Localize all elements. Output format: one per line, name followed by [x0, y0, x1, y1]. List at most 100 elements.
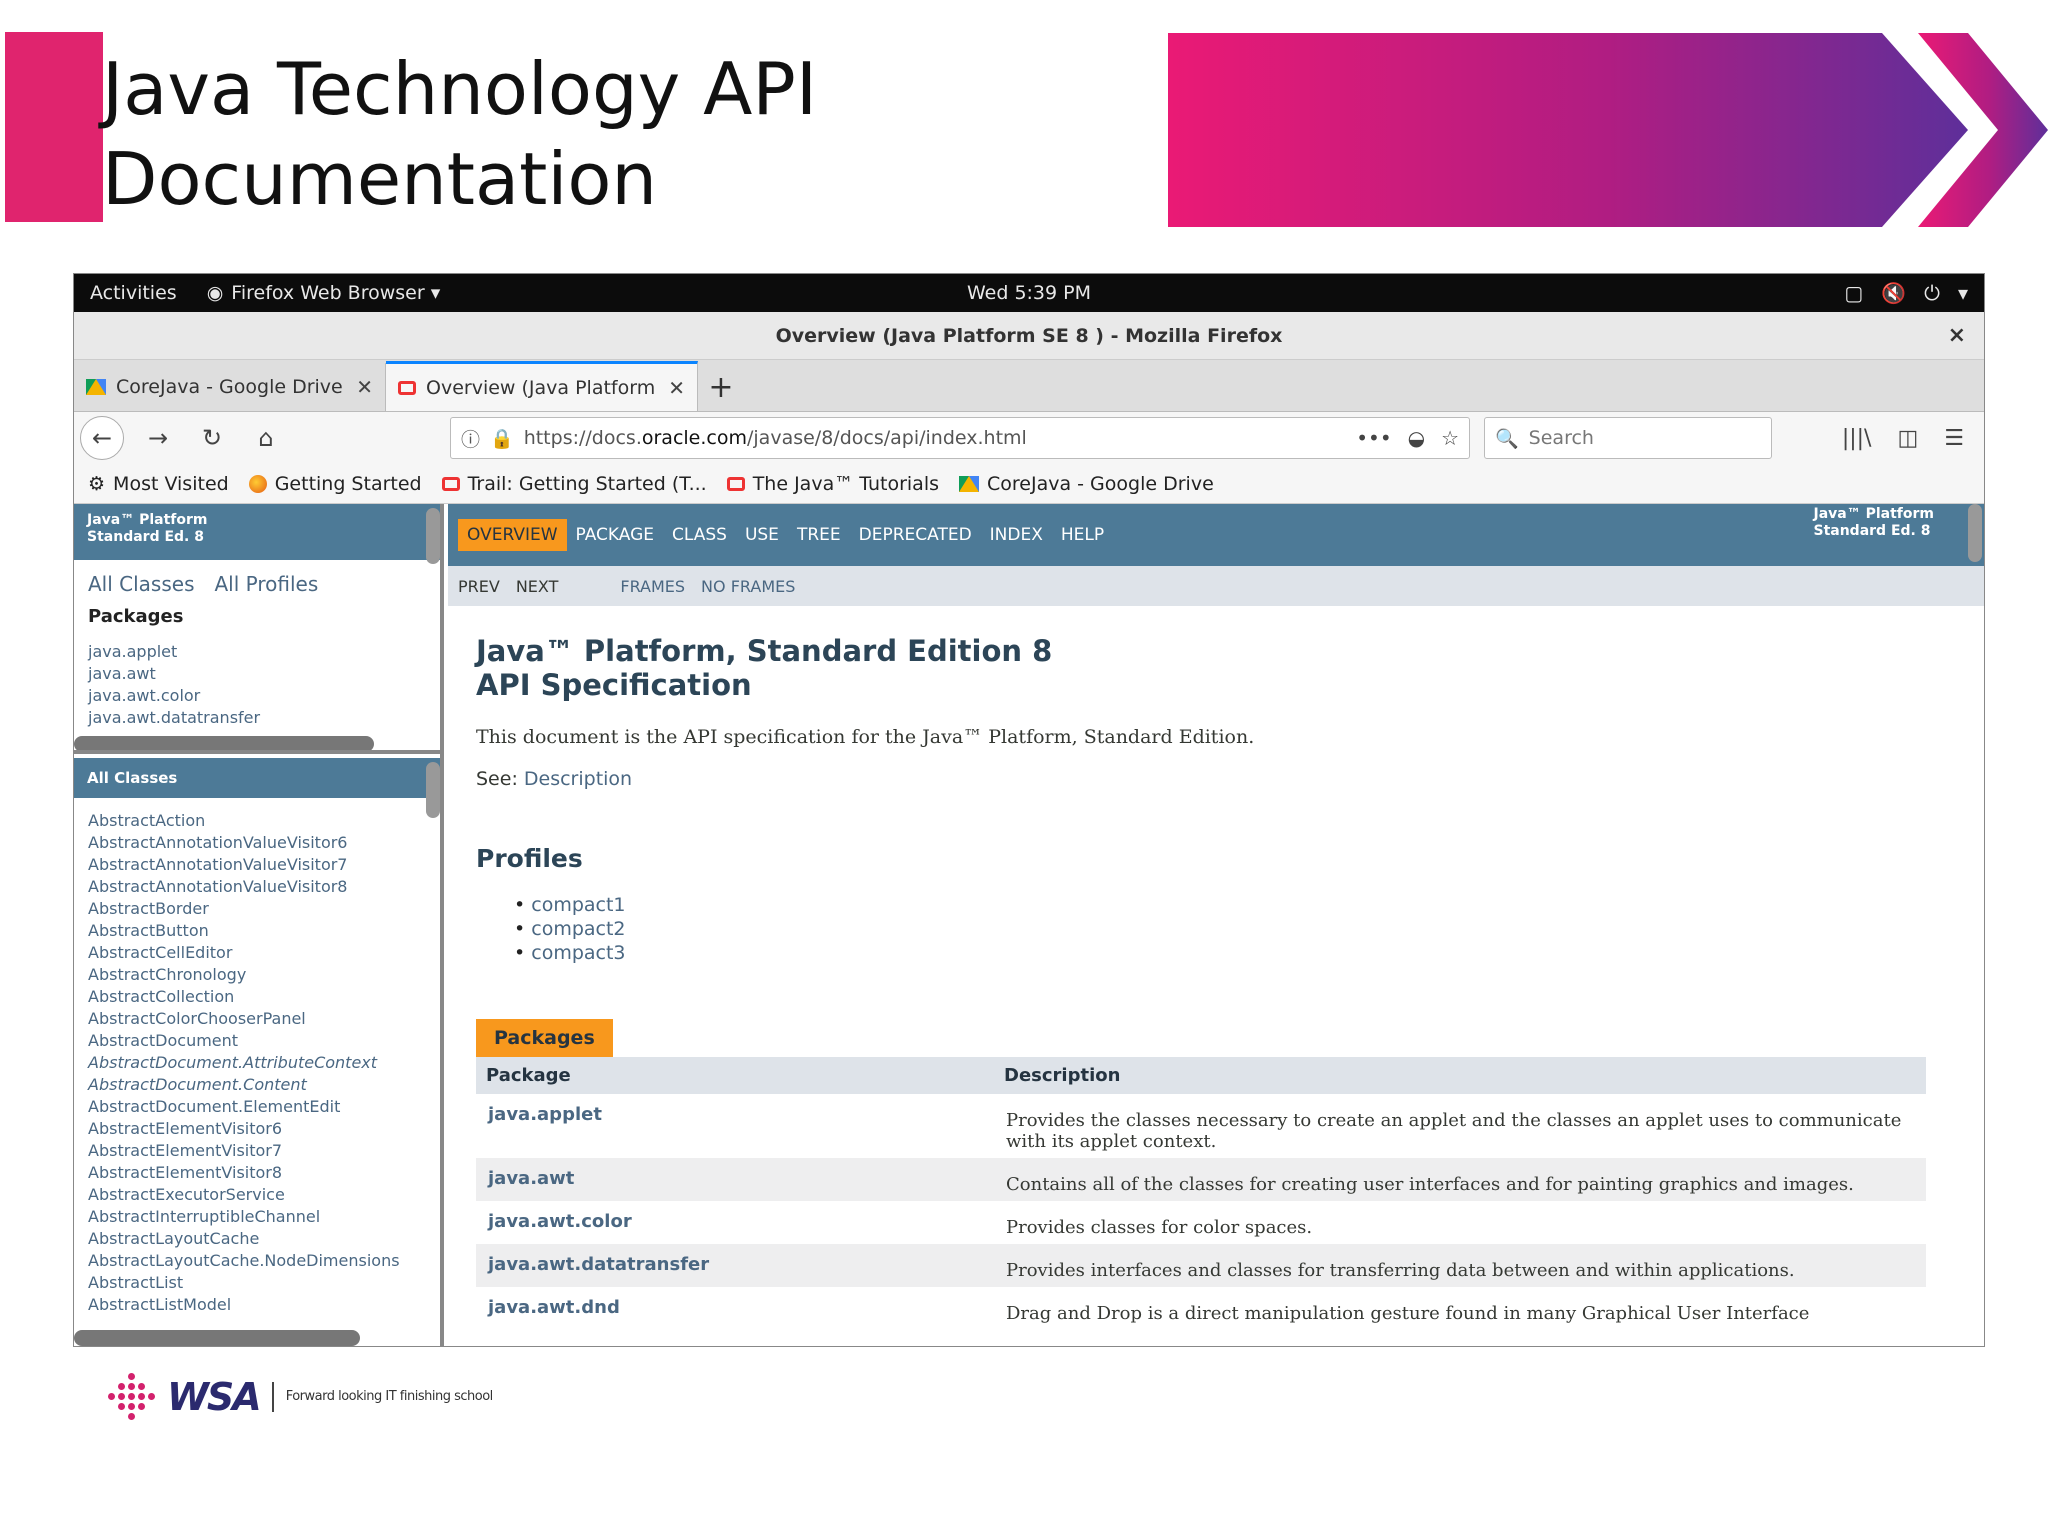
class-link[interactable]: AbstractListModel	[88, 1294, 426, 1316]
package-name-link[interactable]: java.awt.datatransfer	[476, 1244, 994, 1287]
table-row: java.awt.dnd Drag and Drop is a direct ma…	[476, 1287, 1926, 1330]
class-link[interactable]: AbstractColorChooserPanel	[88, 1008, 426, 1030]
all-classes-link[interactable]: All Classes	[88, 572, 195, 596]
class-link[interactable]: AbstractElementVisitor7	[88, 1140, 426, 1162]
bookmark-star-icon[interactable]: ☆	[1441, 426, 1459, 450]
class-link[interactable]: AbstractDocument.ElementEdit	[88, 1096, 426, 1118]
description-link[interactable]: Description	[524, 768, 632, 790]
bookmark-getting-started[interactable]: Getting Started	[248, 473, 422, 495]
tab-java-overview[interactable]: Overview (Java Platform ✕	[386, 361, 698, 411]
class-link[interactable]: AbstractAnnotationValueVisitor6	[88, 832, 426, 854]
menu-icon[interactable]: ☰	[1944, 426, 1964, 451]
navigation-toolbar: ← → ↻ ⌂ ⓘ 🔒 https://docs.oracle.com/java…	[74, 412, 1984, 464]
slide-title: Java Technology API Documentation	[102, 47, 818, 221]
package-name-link[interactable]: java.awt.dnd	[476, 1287, 994, 1330]
vertical-scrollbar[interactable]	[1968, 504, 1982, 562]
info-icon[interactable]: ⓘ	[461, 425, 480, 452]
class-link[interactable]: AbstractLayoutCache.NodeDimensions	[88, 1250, 426, 1272]
class-link[interactable]: AbstractBorder	[88, 898, 426, 920]
close-tab-icon[interactable]: ✕	[668, 376, 685, 400]
nav-tree[interactable]: TREE	[788, 519, 850, 551]
url-bar[interactable]: ⓘ 🔒 https://docs.oracle.com/javase/8/doc…	[450, 417, 1470, 459]
packages-caption: Packages	[476, 1019, 613, 1057]
package-link[interactable]: java.awt.color	[88, 685, 426, 707]
nav-deprecated[interactable]: DEPRECATED	[850, 519, 981, 551]
tab-strip: CoreJava - Google Drive ✕ Overview (Java…	[74, 360, 1984, 412]
class-link[interactable]: AbstractChronology	[88, 964, 426, 986]
class-link[interactable]: AbstractDocument.Content	[88, 1074, 426, 1096]
column-header-package: Package	[476, 1057, 994, 1094]
package-link[interactable]: java.awt	[88, 663, 426, 685]
home-button[interactable]: ⌂	[246, 418, 286, 458]
packages-table: Package Description java.applet Provides …	[476, 1057, 1926, 1330]
forward-button[interactable]: →	[138, 418, 178, 458]
package-name-link[interactable]: java.awt.color	[476, 1201, 994, 1244]
lock-icon: 🔒	[490, 427, 514, 450]
nav-overview[interactable]: OVERVIEW	[458, 519, 567, 551]
vertical-scrollbar[interactable]	[426, 508, 440, 564]
oracle-icon	[726, 476, 745, 491]
class-link[interactable]: AbstractExecutorService	[88, 1184, 426, 1206]
page-actions-icon[interactable]: •••	[1356, 426, 1391, 450]
bookmark-java-tutorials[interactable]: The Java™ Tutorials	[726, 473, 939, 495]
lead-text: This document is the API specification f…	[476, 726, 1255, 748]
class-link[interactable]: AbstractList	[88, 1272, 426, 1294]
nav-help[interactable]: HELP	[1052, 519, 1113, 551]
package-name-link[interactable]: java.awt	[476, 1158, 994, 1201]
class-link[interactable]: AbstractAction	[88, 810, 426, 832]
profile-link[interactable]: compact1	[514, 893, 1956, 917]
all-profiles-link[interactable]: All Profiles	[215, 572, 319, 596]
nav-use[interactable]: USE	[736, 519, 788, 551]
bookmark-most-visited[interactable]: ⚙ Most Visited	[88, 473, 229, 495]
search-input[interactable]: 🔍 Search	[1484, 417, 1772, 459]
main-frame: OVERVIEW PACKAGE CLASS USE TREE DEPRECATED IND…	[448, 504, 1984, 1346]
new-tab-button[interactable]: +	[698, 363, 744, 411]
nav-index[interactable]: INDEX	[981, 519, 1052, 551]
top-nav-bar: OVERVIEW PACKAGE CLASS USE TREE DEPRECATED IND…	[448, 504, 1984, 566]
class-link[interactable]: AbstractCellEditor	[88, 942, 426, 964]
see-line: See: Description	[476, 768, 633, 790]
activities-button[interactable]: Activities	[90, 282, 177, 304]
package-description: Provides the classes necessary to create…	[1006, 1110, 1902, 1152]
class-link[interactable]: AbstractCollection	[88, 986, 426, 1008]
no-frames-link[interactable]: NO FRAMES	[701, 577, 795, 596]
package-description: Provides interfaces and classes for tran…	[994, 1244, 1926, 1287]
app-menu[interactable]: ◉ Firefox Web Browser ▾	[207, 282, 441, 304]
horizontal-scrollbar[interactable]	[74, 736, 374, 750]
package-link[interactable]: java.applet	[88, 641, 426, 663]
close-tab-icon[interactable]: ✕	[356, 375, 373, 399]
package-link[interactable]: java.awt.datatransfer	[88, 707, 426, 729]
back-button[interactable]: ←	[80, 416, 124, 460]
close-window-button[interactable]: ×	[1948, 323, 1966, 348]
bookmark-google-drive[interactable]: CoreJava - Google Drive	[959, 473, 1214, 495]
bookmark-trail[interactable]: Trail: Getting Started (T...	[441, 473, 707, 495]
profile-link[interactable]: compact2	[514, 917, 1956, 941]
class-link[interactable]: AbstractAnnotationValueVisitor7	[88, 854, 426, 876]
system-tray[interactable]: ▢ 🔇 ⏻ ▾	[1844, 281, 1968, 305]
class-link[interactable]: AbstractElementVisitor8	[88, 1162, 426, 1184]
vertical-scrollbar[interactable]	[426, 762, 440, 818]
profile-link[interactable]: compact3	[514, 941, 1956, 965]
package-name-link[interactable]: java.applet	[476, 1094, 994, 1158]
nav-class[interactable]: CLASS	[663, 519, 736, 551]
reload-button[interactable]: ↻	[192, 418, 232, 458]
frames-link[interactable]: FRAMES	[620, 577, 685, 596]
horizontal-scrollbar[interactable]	[74, 1330, 360, 1346]
nav-package[interactable]: PACKAGE	[567, 519, 663, 551]
class-link[interactable]: AbstractDocument.AttributeContext	[88, 1052, 426, 1074]
tab-google-drive[interactable]: CoreJava - Google Drive ✕	[74, 363, 386, 411]
slide-chevron-banner	[1168, 33, 2048, 227]
table-row: java.awt Contains all of the classes for …	[476, 1158, 1926, 1201]
class-link[interactable]: AbstractElementVisitor6	[88, 1118, 426, 1140]
class-link[interactable]: AbstractDocument	[88, 1030, 426, 1052]
library-icon[interactable]: |||\	[1842, 426, 1872, 451]
google-drive-icon	[959, 475, 980, 492]
sub-nav-bar: PREV NEXT FRAMES NO FRAMES	[448, 566, 1984, 606]
class-link[interactable]: AbstractButton	[88, 920, 426, 942]
pocket-icon[interactable]: ◒	[1408, 426, 1425, 450]
sidebar-icon[interactable]: ◫	[1897, 426, 1918, 451]
class-link[interactable]: AbstractAnnotationValueVisitor8	[88, 876, 426, 898]
class-link[interactable]: AbstractLayoutCache	[88, 1228, 426, 1250]
class-link[interactable]: AbstractInterruptibleChannel	[88, 1206, 426, 1228]
logo-tagline: Forward looking IT finishing school	[285, 1389, 494, 1404]
